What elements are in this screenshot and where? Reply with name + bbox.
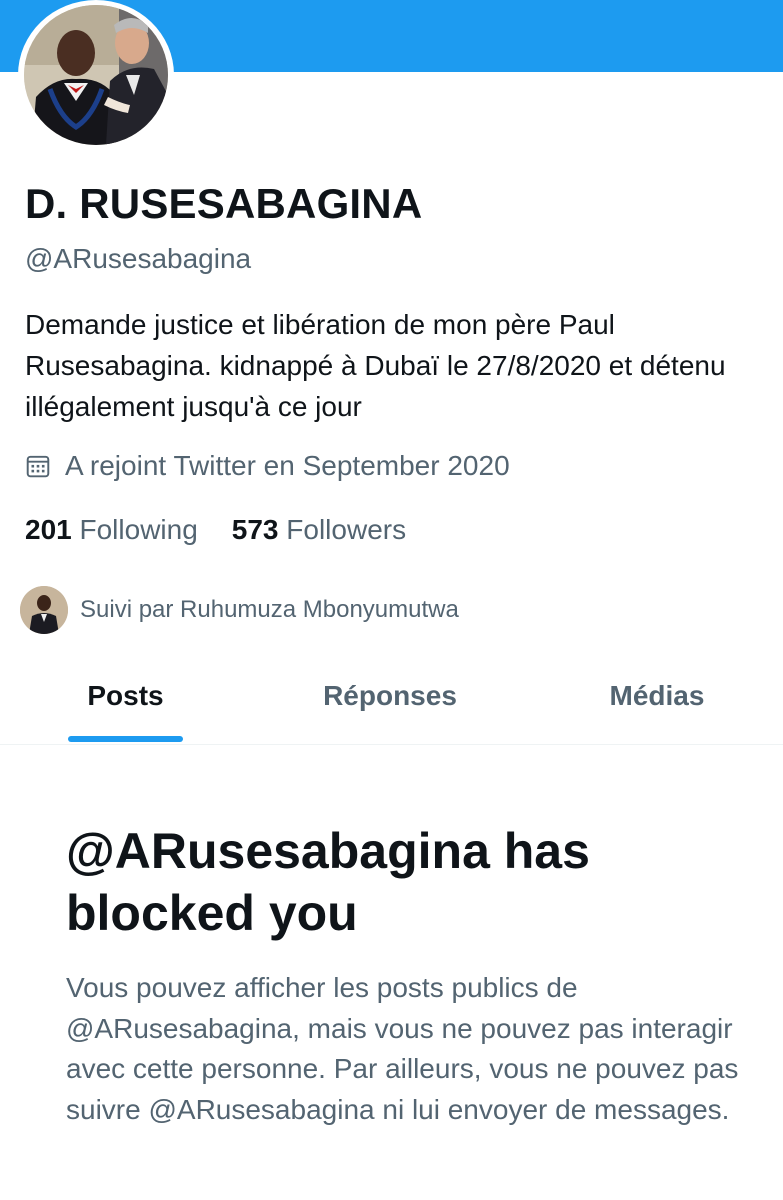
blocked-title: @ARusesabagina has blocked you — [66, 823, 590, 941]
tab-media[interactable]: Médias — [592, 660, 722, 744]
tab-replies[interactable]: Réponses — [300, 660, 480, 744]
profile-handle: @ARusesabagina — [25, 243, 252, 274]
following-count: 201 — [25, 514, 72, 545]
tab-posts[interactable]: Posts — [68, 660, 183, 744]
followers-label: Followers — [286, 514, 407, 545]
profile-bio: Demande justice et libération de mon pèr… — [25, 309, 726, 422]
blocked-message: Vous pouvez afficher les posts publics d… — [66, 972, 739, 1125]
calendar-icon — [26, 455, 50, 478]
followed-by-text: Suivi par Ruhumuza Mbonyumutwa — [80, 596, 459, 623]
following-label: Following — [79, 514, 198, 545]
profile-avatar-ring — [18, 0, 174, 150]
join-date-text: A rejoint Twitter en September 2020 — [65, 450, 510, 481]
followers-link[interactable]: 573 Followers — [232, 514, 406, 546]
profile-display-name: D. RUSESABAGINA — [25, 180, 423, 227]
follower-avatar — [20, 586, 68, 634]
profile-stats: 201 Following 573 Followers — [25, 514, 440, 546]
follower-photo — [20, 586, 68, 634]
avatar-photo — [24, 5, 168, 145]
profile-tabs: Posts Réponses Médias — [0, 660, 783, 745]
profile-avatar[interactable] — [24, 5, 168, 145]
join-date: A rejoint Twitter en September 2020 — [25, 450, 510, 482]
following-link[interactable]: 201 Following — [25, 514, 198, 546]
active-tab-indicator — [68, 736, 183, 742]
followers-count: 573 — [231, 514, 279, 545]
followed-by[interactable]: Suivi par Ruhumuza Mbonyumutwa — [20, 586, 459, 634]
